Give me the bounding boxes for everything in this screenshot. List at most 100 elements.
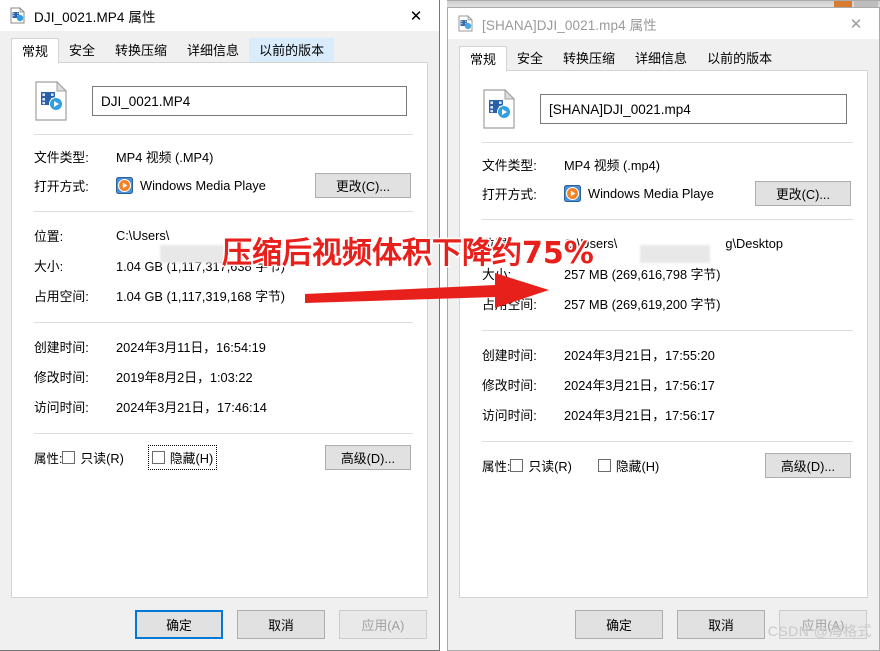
openwith-value-left: Windows Media Playe <box>140 177 266 193</box>
footer-left: 确定 取消 应用(A) <box>0 598 439 650</box>
readonly-checkbox-label-left: 只读(R) <box>80 450 124 466</box>
size-label-left: 大小: <box>34 258 64 274</box>
openwith-value-right: Windows Media Playe <box>588 185 714 201</box>
row-openwith-right: 打开方式: Windows Media Playe 更改(C)... <box>482 177 853 209</box>
created-label-right: 创建时间: <box>482 347 537 363</box>
tab-details-left[interactable]: 详细信息 <box>177 38 249 63</box>
file-header-left: DJI_0021.MP4 <box>26 80 413 121</box>
video-file-icon <box>457 15 474 32</box>
modified-label-left: 修改时间: <box>34 369 89 385</box>
video-file-icon-large <box>482 88 516 129</box>
openwith-label-right: 打开方式: <box>482 186 537 202</box>
modified-label-right: 修改时间: <box>482 377 537 393</box>
tab-previous-versions-right[interactable]: 以前的版本 <box>697 46 782 71</box>
csdn-watermark: CSDN @海格式 <box>767 623 872 639</box>
properties-dialog-compressed: [SHANA]DJI_0021.mp4 属性 ✕ 常规 安全 转换压缩 详细信息… <box>447 7 880 651</box>
accessed-value-right: 2024年3月21日，17:56:17 <box>564 407 715 423</box>
ondisk-value-left: 1.04 GB (1,117,319,168 字节) <box>116 288 286 304</box>
hidden-checkbox-label-left: 隐藏(H) <box>169 450 214 466</box>
divider-3-right <box>482 330 853 331</box>
tab-convert-compress-left[interactable]: 转换压缩 <box>105 38 177 63</box>
row-modified-left: 修改时间: 2019年8月2日，1:03:22 <box>34 361 413 391</box>
filetype-value-right: MP4 视频 (.mp4) <box>564 157 660 173</box>
ondisk-value-right: 257 MB (269,619,200 字节) <box>564 296 721 312</box>
hidden-checkbox-box-left[interactable] <box>151 450 165 464</box>
location-label-left: 位置: <box>34 228 64 244</box>
titlebar-left: DJI_0021.MP4 属性 ✕ <box>0 0 439 31</box>
ok-button-right[interactable]: 确定 <box>575 609 663 639</box>
location-value-left: C:\Users\ <box>116 227 170 243</box>
close-icon[interactable]: ✕ <box>833 8 879 39</box>
filetype-label-right: 文件类型: <box>482 157 537 173</box>
tab-general-right[interactable]: 常规 <box>459 46 508 72</box>
readonly-checkbox-box-left[interactable] <box>62 450 76 464</box>
row-created-left: 创建时间: 2024年3月11日，16:54:19 <box>34 331 413 361</box>
filetype-value-left: MP4 视频 (.MP4) <box>116 149 214 165</box>
row-attributes-right: 属性: 只读(R) 隐藏(H) 高级(D)... <box>482 452 853 478</box>
row-modified-right: 修改时间: 2024年3月21日，17:56:17 <box>482 369 853 399</box>
apply-button-left: 应用(A) <box>339 609 427 639</box>
tab-security-left[interactable]: 安全 <box>59 38 105 63</box>
tabpage-general-left: DJI_0021.MP4 文件类型: MP4 视频 (.MP4) 打开方式: W… <box>11 63 428 598</box>
row-accessed-right: 访问时间: 2024年3月21日，17:56:17 <box>482 399 853 429</box>
modified-value-left: 2019年8月2日，1:03:22 <box>116 369 253 385</box>
file-header-right: [SHANA]DJI_0021.mp4 <box>474 88 853 129</box>
row-attributes-left: 属性: 只读(R) 隐藏(H) 高级(D)... <box>34 444 413 470</box>
advanced-button-right[interactable]: 高级(D)... <box>765 452 851 478</box>
titlebar-right: [SHANA]DJI_0021.mp4 属性 ✕ <box>448 8 879 39</box>
divider-4-right <box>482 441 853 442</box>
filename-input-right[interactable]: [SHANA]DJI_0021.mp4 <box>540 94 847 124</box>
readonly-checkbox-right[interactable]: 只读(R) <box>510 456 572 475</box>
tab-security-right[interactable]: 安全 <box>507 46 553 71</box>
accessed-label-right: 访问时间: <box>482 407 537 423</box>
hidden-checkbox-label-right: 隐藏(H) <box>615 458 660 474</box>
tab-previous-versions-left[interactable]: 以前的版本 <box>249 38 335 63</box>
attributes-label-left: 属性: <box>34 451 63 466</box>
readonly-checkbox-left[interactable]: 只读(R) <box>62 448 124 467</box>
hidden-checkbox-right[interactable]: 隐藏(H) <box>597 456 660 475</box>
readonly-checkbox-label-right: 只读(R) <box>528 458 572 474</box>
tabstrip-left: 常规 安全 转换压缩 详细信息 以前的版本 <box>0 38 439 64</box>
tabstrip-baseline-right <box>459 70 868 71</box>
tab-general-left[interactable]: 常规 <box>11 38 60 64</box>
video-file-icon <box>9 7 26 24</box>
hidden-checkbox-box-right[interactable] <box>597 458 611 472</box>
readonly-checkbox-box-right[interactable] <box>510 458 524 472</box>
divider-1-left <box>34 134 413 135</box>
accessed-label-left: 访问时间: <box>34 399 89 415</box>
tab-details-right[interactable]: 详细信息 <box>625 46 697 71</box>
hidden-checkbox-left[interactable]: 隐藏(H) <box>147 444 218 470</box>
openwith-label-left: 打开方式: <box>34 178 89 194</box>
tabstrip-right: 常规 安全 转换压缩 详细信息 以前的版本 <box>448 46 879 72</box>
change-button-left[interactable]: 更改(C)... <box>315 172 411 198</box>
redaction-left-path <box>160 245 230 263</box>
created-label-left: 创建时间: <box>34 339 89 355</box>
row-filetype-right: 文件类型: MP4 视频 (.mp4) <box>482 151 853 177</box>
row-accessed-left: 访问时间: 2024年3月21日，17:46:14 <box>34 391 413 421</box>
divider-1-right <box>482 142 853 143</box>
created-value-right: 2024年3月21日，17:55:20 <box>564 347 715 363</box>
close-icon[interactable]: ✕ <box>393 0 439 31</box>
windows-media-player-icon <box>116 176 133 194</box>
video-file-icon-large <box>34 80 68 121</box>
change-button-right[interactable]: 更改(C)... <box>755 180 851 206</box>
divider-3-left <box>34 322 413 323</box>
tabstrip-baseline-left <box>11 62 428 63</box>
tabpage-general-right: [SHANA]DJI_0021.mp4 文件类型: MP4 视频 (.mp4) … <box>459 71 868 598</box>
annotation-arrow-icon <box>305 273 549 308</box>
location-value-tail-right: g\Desktop <box>725 235 783 251</box>
row-openwith-left: 打开方式: Windows Media Playe 更改(C)... <box>34 169 413 201</box>
divider-2-right <box>482 219 853 220</box>
advanced-button-left[interactable]: 高级(D)... <box>325 444 411 470</box>
divider-2-left <box>34 211 413 212</box>
filename-input-left[interactable]: DJI_0021.MP4 <box>92 86 407 116</box>
cancel-button-right[interactable]: 取消 <box>677 609 765 639</box>
attributes-label-right: 属性: <box>482 459 511 474</box>
accessed-value-left: 2024年3月21日，17:46:14 <box>116 399 267 415</box>
tab-convert-compress-right[interactable]: 转换压缩 <box>553 46 625 71</box>
row-created-right: 创建时间: 2024年3月21日，17:55:20 <box>482 339 853 369</box>
ok-button-left[interactable]: 确定 <box>135 609 223 639</box>
windows-media-player-icon <box>564 184 581 202</box>
divider-4-left <box>34 433 413 434</box>
cancel-button-left[interactable]: 取消 <box>237 609 325 639</box>
